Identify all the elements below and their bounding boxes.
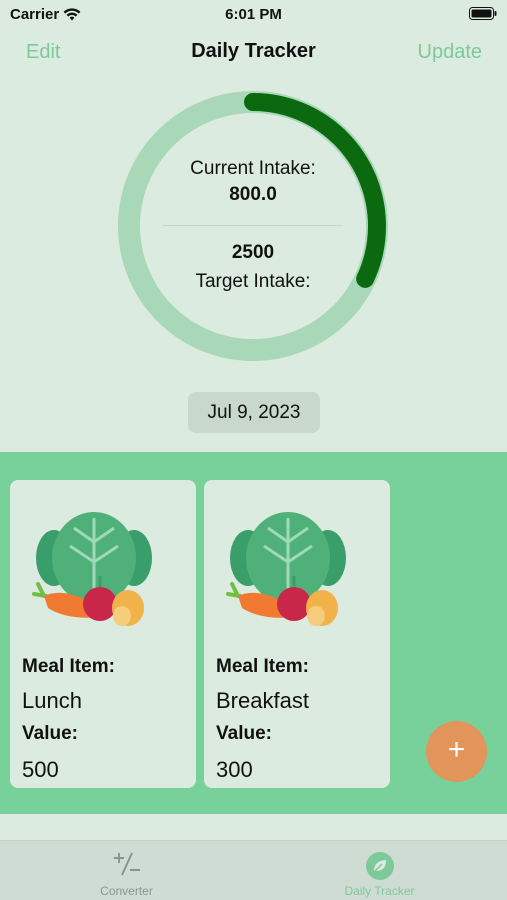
tab-daily-tracker[interactable]: Daily Tracker xyxy=(253,841,506,900)
tab-daily-tracker-label: Daily Tracker xyxy=(344,884,415,898)
meal-value-label: Value: xyxy=(22,723,78,744)
update-button[interactable]: Update xyxy=(418,41,483,64)
status-time: 6:01 PM xyxy=(225,6,282,23)
tab-converter-label: Converter xyxy=(100,884,153,898)
meal-item-label: Meal Item: xyxy=(22,656,115,677)
meal-card[interactable]: Meal Item: Lunch Value: 500 xyxy=(10,480,196,788)
date-picker-button[interactable]: Jul 9, 2023 xyxy=(188,392,320,433)
target-intake-label: Target Intake: xyxy=(195,271,311,292)
tab-bar: Converter Daily Tracker xyxy=(0,840,507,900)
battery-icon xyxy=(469,7,497,24)
vegetables-icon xyxy=(32,512,152,626)
meal-value-label: Value: xyxy=(216,723,272,744)
leaf-icon xyxy=(365,852,394,880)
status-bar: Carrier 6:01 PM xyxy=(0,0,507,28)
meal-value: 500 xyxy=(22,757,59,782)
current-intake-value: 800.0 xyxy=(229,184,277,205)
meal-value: 300 xyxy=(216,757,253,782)
navigation-bar: Edit Daily Tracker Update xyxy=(0,36,507,70)
vegetables-icon xyxy=(226,512,346,626)
meal-item-label: Meal Item: xyxy=(216,656,309,677)
ring-divider xyxy=(163,225,343,226)
intake-progress-ring: Current Intake: 800.0 2500 Target Intake… xyxy=(113,86,393,366)
add-meal-button[interactable]: + xyxy=(426,721,487,782)
tab-converter[interactable]: Converter xyxy=(0,841,253,900)
plus-minus-icon xyxy=(113,852,140,876)
current-intake-label: Current Intake: xyxy=(190,158,316,179)
meal-item-name: Breakfast xyxy=(216,688,309,713)
ring-content: Current Intake: 800.0 2500 Target Intake… xyxy=(113,86,393,366)
plus-icon: + xyxy=(447,733,466,766)
meal-item-name: Lunch xyxy=(22,688,82,713)
target-intake-value: 2500 xyxy=(231,242,275,263)
meal-card[interactable]: Meal Item: Breakfast Value: 300 xyxy=(204,480,390,788)
